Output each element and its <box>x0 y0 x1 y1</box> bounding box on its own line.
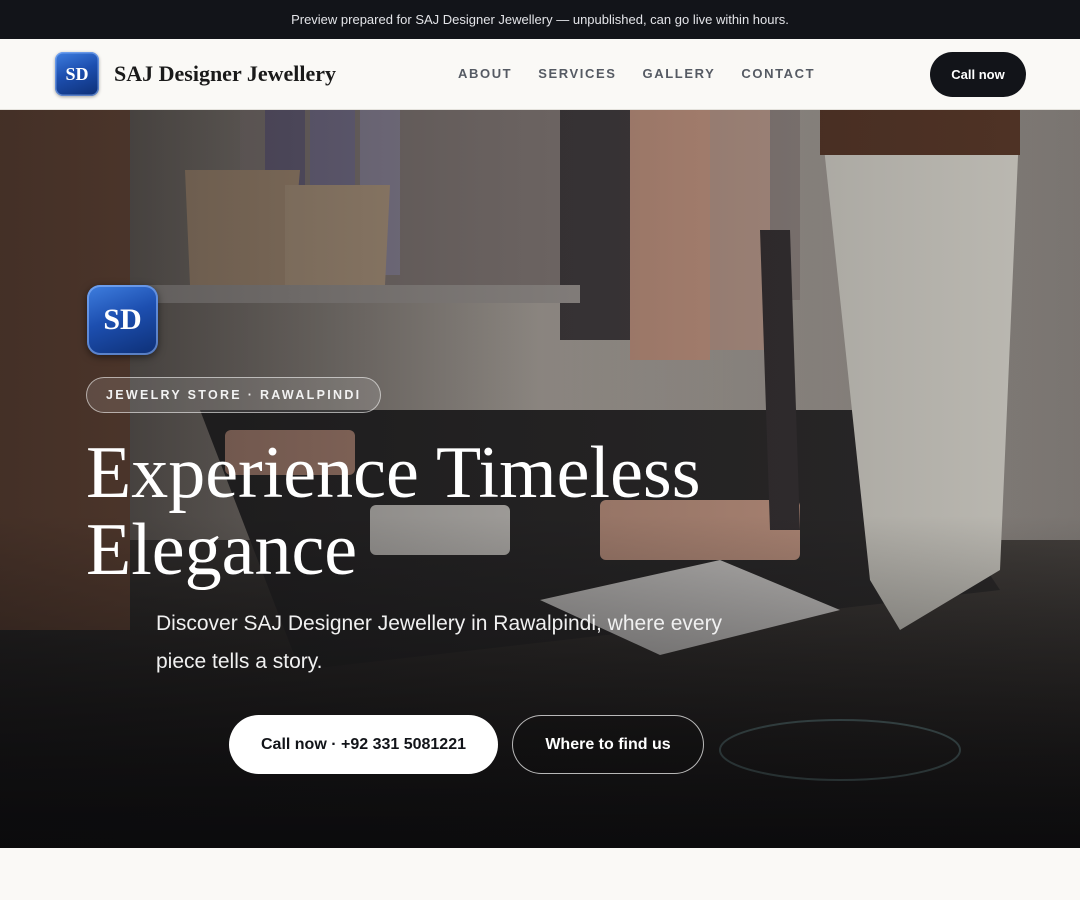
announcement-text: Preview prepared for SAJ Designer Jewell… <box>291 12 789 27</box>
nav-contact[interactable]: CONTACT <box>741 66 815 81</box>
main-nav: ABOUT SERVICES GALLERY CONTACT <box>458 66 815 81</box>
header-call-button[interactable]: Call now <box>930 52 1026 97</box>
hero-subtitle: Discover SAJ Designer Jewellery in Rawal… <box>156 612 723 673</box>
site-header: SD SAJ Designer Jewellery ABOUT SERVICES… <box>0 39 1080 110</box>
call-now-button[interactable]: Call now · +92 331 5081221 <box>229 715 498 774</box>
nav-gallery[interactable]: GALLERY <box>643 66 716 81</box>
logo-badge[interactable]: SD <box>55 52 99 96</box>
hero-logo-badge: SD <box>87 285 158 355</box>
hero-section: SD JEWELRY STORE · RAWALPINDI Experience… <box>0 110 1080 848</box>
category-pill: JEWELRY STORE · RAWALPINDI <box>86 377 382 413</box>
brand-name[interactable]: SAJ Designer Jewellery <box>114 61 336 87</box>
hero-title: Experience Timeless Elegance <box>86 432 701 591</box>
nav-about[interactable]: ABOUT <box>458 66 512 81</box>
announcement-bar: Preview prepared for SAJ Designer Jewell… <box>0 0 1080 39</box>
nav-services[interactable]: SERVICES <box>538 66 616 81</box>
where-to-find-us-button[interactable]: Where to find us <box>512 715 704 774</box>
